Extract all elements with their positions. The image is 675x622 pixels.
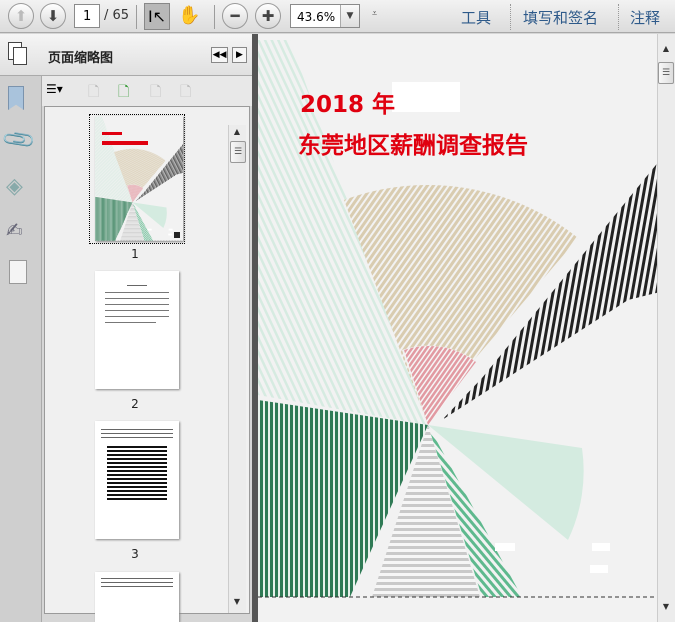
thumbnail-page-2[interactable] xyxy=(95,271,179,389)
panel-title: 页面缩略图 xyxy=(48,51,114,66)
zoom-in-button[interactable]: ✚ xyxy=(255,3,281,29)
zoom-dropdown-button[interactable]: ▼ xyxy=(340,5,359,27)
toolbar: ⬆ ⬇ 1 / 65 I↖ ✋ ━ ✚ 43.6% ▼ ⩡ 工具 填写和签名 注… xyxy=(0,0,675,33)
cover-title-year: 2018 年 xyxy=(300,92,396,118)
layers-icon[interactable]: ◈ xyxy=(6,174,23,199)
toolbar-more-button[interactable]: ⩡ xyxy=(372,9,377,19)
thumbnail-page-4[interactable] xyxy=(95,572,179,622)
insert-page-icon[interactable]: 🗋 xyxy=(118,81,129,105)
select-tool-button[interactable]: I↖ xyxy=(144,3,170,30)
comment-button[interactable]: 注释 xyxy=(630,7,660,28)
divider xyxy=(510,4,511,30)
thumb-marker xyxy=(174,232,180,238)
chevron-down-icon: ▼ xyxy=(346,11,354,21)
document-scrollbar[interactable]: ▲ ☰ ▼ xyxy=(657,34,675,622)
bookmark-icon[interactable] xyxy=(8,86,24,110)
hand-tool-button[interactable]: ✋ xyxy=(178,5,200,26)
delete-page-icon[interactable]: 🗋 xyxy=(88,81,99,105)
title-blank-box xyxy=(392,82,460,112)
thumbnail-page-3[interactable] xyxy=(95,421,179,539)
page-number-input[interactable]: 1 xyxy=(74,4,100,28)
document-view xyxy=(258,34,657,622)
panel-header: 页面缩略图 ◀◀ ▶ xyxy=(0,34,252,76)
page-total: / 65 xyxy=(104,8,130,23)
scroll-thumb[interactable]: ☰ xyxy=(658,62,674,84)
hand-icon: ✋ xyxy=(178,5,201,26)
paperclip-icon[interactable]: 📎 xyxy=(1,122,38,159)
rotate-page-icon[interactable]: 🗋 xyxy=(150,81,161,105)
panel-collapse-button[interactable]: ◀◀ xyxy=(211,47,228,63)
thumbnail-list: 1 2 3 ▲ ☰ ▼ xyxy=(44,106,250,622)
thumb-title-line xyxy=(102,141,148,145)
fill-sign-button[interactable]: 填写和签名 xyxy=(523,7,598,28)
thumbnail-label: 3 xyxy=(131,547,139,561)
previous-page-button[interactable]: ⬆ xyxy=(8,3,34,29)
thumbnail-page-1[interactable] xyxy=(95,116,183,241)
thumb-title-line xyxy=(102,132,122,135)
options-menu-button[interactable]: ☰▾ xyxy=(46,82,63,96)
divider xyxy=(214,5,215,29)
navigation-strip: 📎 ◈ ✍ xyxy=(0,34,42,622)
pages-icon-back xyxy=(13,47,27,65)
thumbnail-toolbar: ☰▾ 🗋 🗋 🗋 🗋 xyxy=(42,76,252,106)
panel-options-button[interactable]: ▶ xyxy=(232,47,247,63)
divider xyxy=(618,4,619,30)
next-page-button[interactable]: ⬇ xyxy=(40,3,66,29)
cursor-icon: I↖ xyxy=(147,7,167,26)
thumbnail-label: 1 xyxy=(131,247,139,261)
signature-icon[interactable]: ✍ xyxy=(6,218,23,242)
scroll-thumb[interactable]: ☰ xyxy=(230,141,246,163)
minus-icon: ━ xyxy=(230,7,240,25)
rotate-page-ccw-icon[interactable]: 🗋 xyxy=(180,81,191,105)
tools-button[interactable]: 工具 xyxy=(461,7,491,28)
plus-icon: ✚ xyxy=(261,7,275,25)
thumbnail-label: 2 xyxy=(131,397,139,411)
cover-artwork xyxy=(258,38,657,598)
zoom-out-button[interactable]: ━ xyxy=(222,3,248,29)
divider xyxy=(136,5,137,29)
cover-title: 东莞地区薪酬调查报告 xyxy=(298,133,528,159)
page-content-icon[interactable] xyxy=(9,260,27,284)
thumbnail-scrollbar[interactable]: ▲ ☰ ▼ xyxy=(228,125,246,613)
